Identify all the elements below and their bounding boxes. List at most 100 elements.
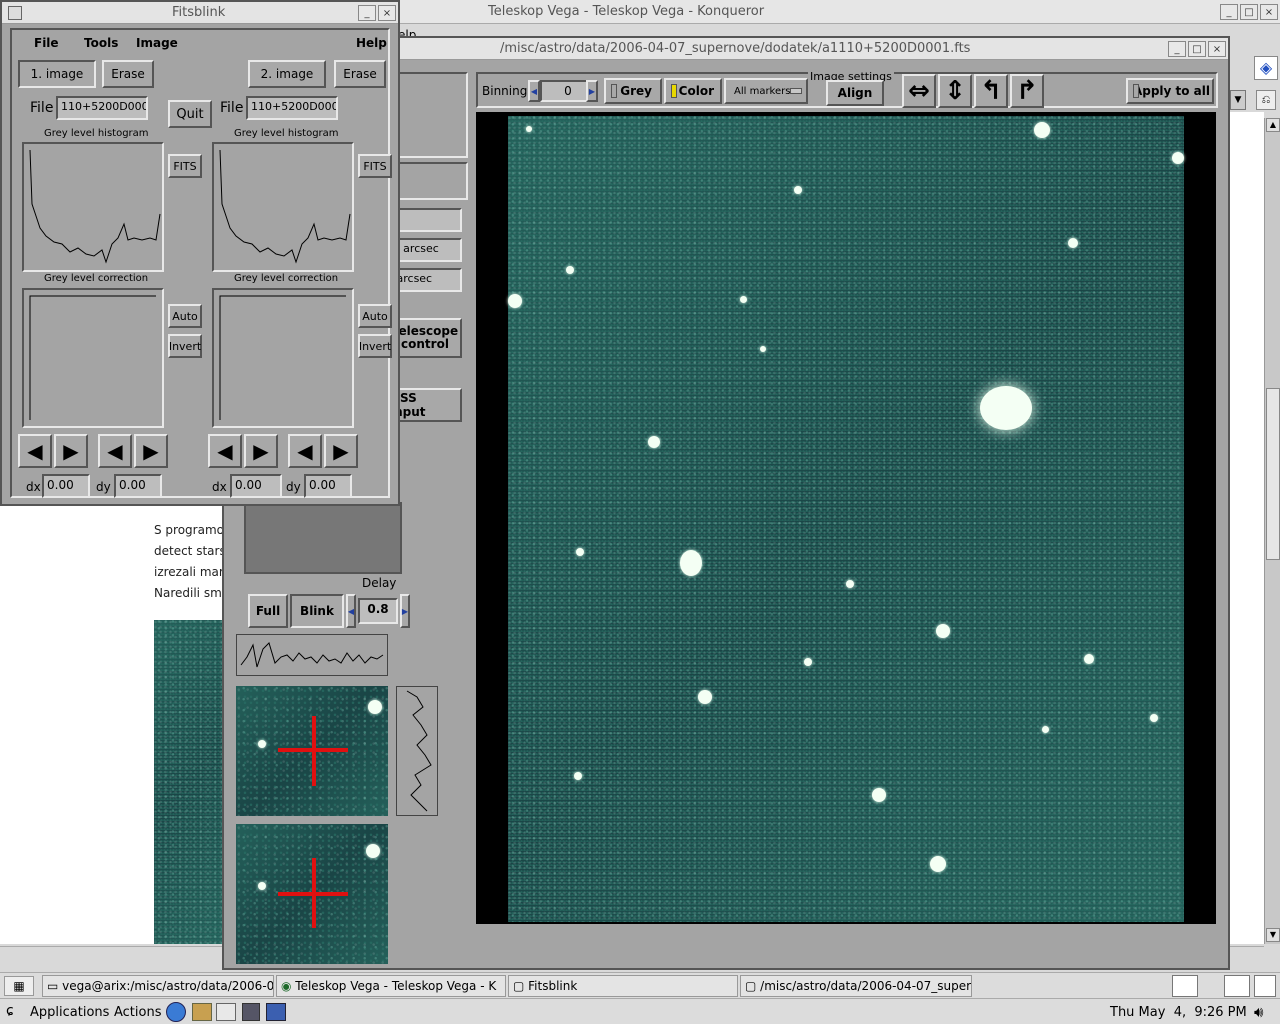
zoom-view-2[interactable] [236,824,388,964]
scroll-up-icon[interactable]: ▲ [1266,118,1280,132]
invert-2-button[interactable]: Invert [358,334,392,358]
auto-2-button[interactable]: Auto [358,304,392,328]
fits-2-label: FITS [363,159,387,173]
shift-right-1a-button[interactable]: ▶ [54,434,88,468]
color-toggle[interactable]: Color [664,78,722,104]
star-field-image[interactable] [508,116,1184,922]
delay-value[interactable]: 0.8 [358,598,398,624]
minimize-button[interactable]: _ [1168,41,1186,57]
browser-launcher-icon[interactable] [166,1002,186,1022]
shift-right-2b-button[interactable]: ▶ [324,434,358,468]
delay-label: Delay [362,576,397,590]
taskbar: ▦ ▭ vega@arix:/misc/astro/data/2006-04 ◉… [0,972,1280,998]
full-button[interactable]: Full [248,594,288,628]
terminal-launcher-icon[interactable] [242,1003,260,1021]
page-scrollbar[interactable]: ▲ ▼ [1264,118,1280,944]
binning-decrease-button[interactable]: ◀ [528,80,540,102]
delay-increase-button[interactable]: ▶ [400,594,410,628]
clear-location-icon[interactable]: ⎌ [1256,90,1276,110]
erase-2-button[interactable]: Erase [334,60,386,88]
menu-help[interactable]: Help [356,36,387,50]
maximize-button[interactable]: □ [1240,4,1258,20]
actions-menu[interactable]: Actions [114,1005,162,1020]
gnome-foot-icon[interactable]: ɕ [6,1003,14,1019]
binning-increase-button[interactable]: ▶ [586,80,598,102]
menu-tools[interactable]: Tools [84,36,118,50]
shift-right-1b-button[interactable]: ▶ [134,434,168,468]
rotate-left-icon[interactable]: ↰ [974,74,1008,108]
konqueror-title: Teleskop Vega - Teleskop Vega - Konquero… [488,4,765,19]
workspace-switcher-1[interactable] [1172,975,1198,997]
file-1-field[interactable]: 110+5200D0001.f [56,96,148,120]
erase-1-button[interactable]: Erase [102,60,154,88]
zoom-view-1[interactable] [236,686,388,816]
fits-1-button[interactable]: FITS [168,154,202,178]
screen-launcher-icon[interactable] [266,1003,286,1021]
close-button[interactable]: × [1208,41,1226,57]
shift-left-1b-button[interactable]: ◀ [98,434,132,468]
fits-window-title: /misc/astro/data/2006-04-07_supernove/do… [500,41,971,56]
star [980,386,1032,430]
dx-2-field[interactable]: 0.00 [230,474,282,498]
invert-1-label: Invert [168,339,202,353]
show-desktop-icon[interactable]: ▦ [4,976,34,996]
clock[interactable]: Thu May 4, 9:26 PM [1110,1005,1247,1020]
minimize-button[interactable]: _ [1220,4,1238,20]
workspace-switcher-2[interactable] [1224,975,1250,997]
image-2-button[interactable]: 2. image [248,60,326,88]
align-button[interactable]: Align [826,80,884,106]
auto-1-button[interactable]: Auto [168,304,202,328]
task-fitsblink[interactable]: ▢ Fitsblink [508,975,738,997]
volume-icon[interactable]: 🔊︎ [1254,1003,1263,1021]
shift-right-2a-button[interactable]: ▶ [244,434,278,468]
task-terminal[interactable]: ▭ vega@arix:/misc/astro/data/2006-04 [42,975,274,997]
histogram-2-plot [212,142,354,272]
shift-left-2b-button[interactable]: ◀ [288,434,322,468]
apply-to-all-toggle[interactable]: Apply to all [1126,78,1214,104]
rotate-right-icon[interactable]: ↱ [1010,74,1044,108]
dx-2-label: dx [212,480,227,494]
minimize-button[interactable]: _ [358,5,376,21]
blink-toggle[interactable]: Blink [290,594,344,628]
applications-menu[interactable]: Applications [30,1005,109,1020]
quit-button[interactable]: Quit [168,100,212,128]
dx-1-field[interactable]: 0.00 [42,474,90,498]
markers-select[interactable]: All markers [724,78,808,104]
hist-2-title: Grey level histogram [234,128,339,139]
image-1-button[interactable]: 1. image [18,60,96,88]
fitsblink-titlebar[interactable]: Fitsblink _ × [2,2,398,24]
shift-left-2a-button[interactable]: ◀ [208,434,242,468]
fits-1-label: FITS [173,159,197,173]
task-fits-image[interactable]: ▢ /misc/astro/data/2006-04-07_supern [740,975,972,997]
dy-2-field[interactable]: 0.00 [304,474,352,498]
image-canvas[interactable] [476,112,1216,924]
shift-left-1a-button[interactable]: ◀ [18,434,52,468]
editor-launcher-icon[interactable] [216,1003,236,1021]
menu-file[interactable]: File [34,36,59,50]
option-menu-icon [790,88,802,94]
location-dropdown-icon[interactable]: ▼ [1230,90,1246,110]
dy-1-field[interactable]: 0.00 [114,474,162,498]
close-button[interactable]: × [378,5,396,21]
delay-decrease-button[interactable]: ◀ [346,594,356,628]
menu-image[interactable]: Image [136,36,178,50]
workspace-switcher-3[interactable] [1254,975,1276,997]
file-2-field[interactable]: 110+5200D0001.f [246,96,338,120]
close-button[interactable]: × [1260,4,1278,20]
konqueror-toolbar-icon[interactable]: ◈ [1254,56,1278,80]
full-label: Full [255,604,281,618]
maximize-button[interactable]: □ [1188,41,1206,57]
task-konqueror[interactable]: ◉ Teleskop Vega - Teleskop Vega - K [276,975,506,997]
window-menu-icon[interactable] [8,6,22,20]
scroll-down-icon[interactable]: ▼ [1266,928,1280,942]
invert-1-button[interactable]: Invert [168,334,202,358]
scroll-thumb[interactable] [1266,388,1280,560]
grey-toggle[interactable]: Grey [604,78,662,104]
flip-vertical-icon[interactable]: ⇕ [938,74,972,108]
quit-label: Quit [176,106,204,122]
fits-2-button[interactable]: FITS [358,154,392,178]
flip-horizontal-icon[interactable]: ⇔ [902,74,936,108]
file-manager-launcher-icon[interactable] [192,1003,212,1021]
color-indicator [671,84,677,98]
grey-indicator [611,84,617,98]
